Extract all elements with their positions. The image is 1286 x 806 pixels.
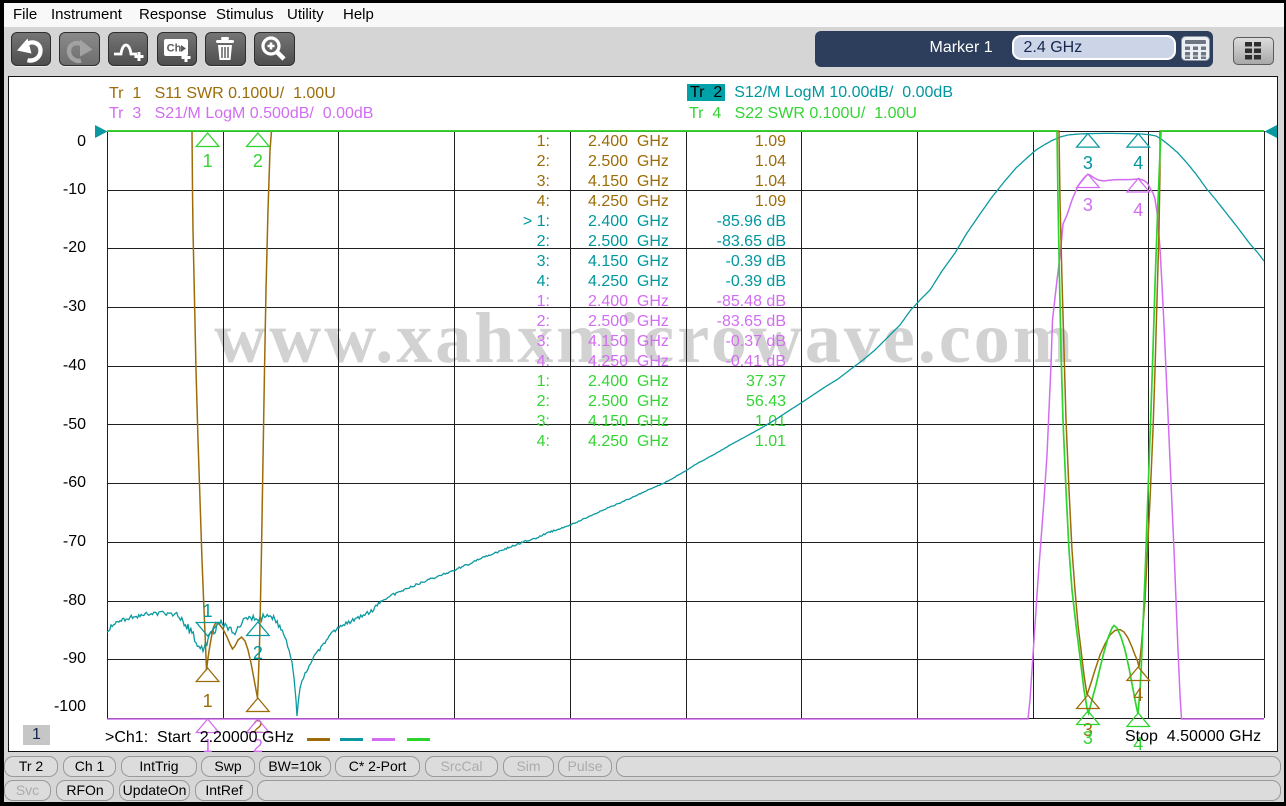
svg-text:1: 1 [203,601,213,621]
svg-text:4: 4 [1133,200,1143,220]
svg-text:2: 2 [253,643,263,663]
svg-text:2: 2 [253,151,263,171]
svg-text:4: 4 [1133,153,1143,173]
svg-text:3: 3 [1083,153,1093,173]
svg-text:3: 3 [1083,195,1093,215]
svg-text:4: 4 [1133,685,1143,705]
svg-text:1: 1 [203,151,213,171]
svg-text:3: 3 [1083,728,1093,748]
svg-text:1: 1 [203,691,213,711]
